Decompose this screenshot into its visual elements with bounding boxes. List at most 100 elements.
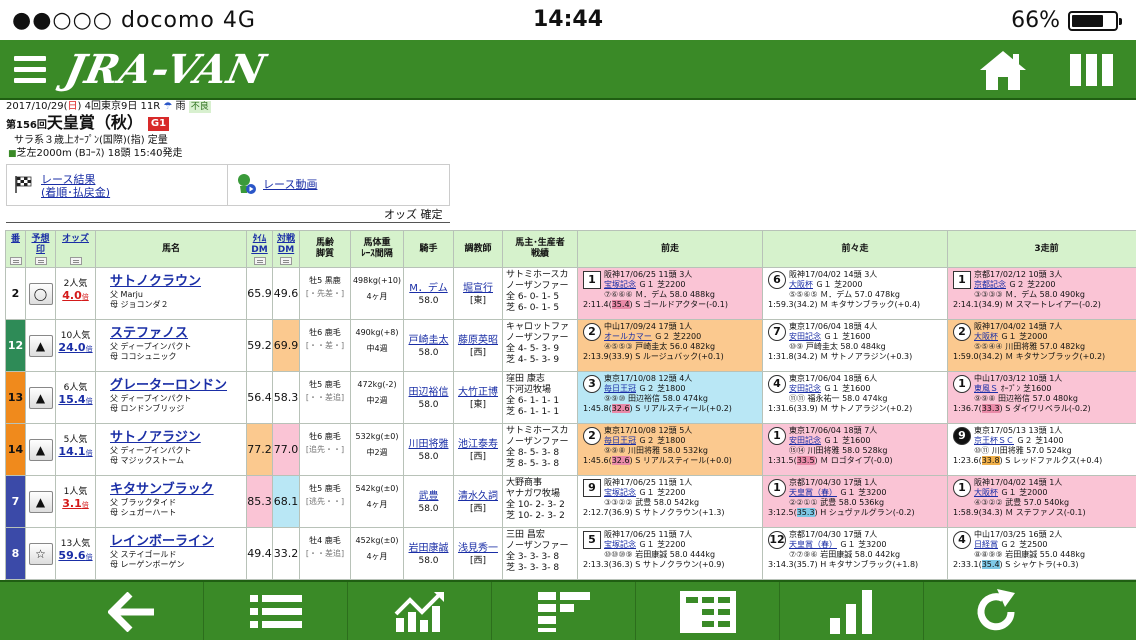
nav-back-button[interactable] [60,582,204,640]
table-row[interactable]: 2 ◯ 2人気 4.0倍 サトノクラウン父 Marju 母 ジョコンダ２ 65.9 49.6 牡… [5,267,1136,320]
odds-value[interactable]: 59.6倍 [58,549,92,562]
race-name-link[interactable]: 大阪杯 [974,488,998,497]
col-match-dm[interactable]: 対戦 DM [272,230,300,268]
race-video-link[interactable]: レース動画 [263,178,317,191]
past-race-cell[interactable]: 2 中山17/09/24 17頭 1人 オールカマー Ｇ２ 芝2200 ④⑤⑤③… [577,319,763,372]
nav-barchart-button[interactable] [780,582,924,640]
race-name-link[interactable]: 安田記念 [789,384,821,393]
past-race-cell[interactable]: 1 中山17/03/12 10頭 1人 東風Ｓ ｵｰﾌﾟﾝ 芝1600 ⑨⑨⑧ … [947,371,1136,424]
odds-value[interactable]: 14.1倍 [58,445,92,458]
prediction-mark-button[interactable]: ▲ [28,490,53,513]
race-name-link[interactable]: 大阪杯 [974,332,998,341]
race-grade-course: Ｇ１ 芝2200 [636,540,686,549]
past-race-cell[interactable]: 1 東京17/06/04 18頭 7人 安田記念 Ｇ１ 芝1600 ⑮⑭ 川田将… [762,423,948,476]
jockey-link[interactable]: M．デム [405,282,453,295]
past-race-cell[interactable]: 9 東京17/05/13 13頭 1人 京王杯ＳＣ Ｇ２ 芝1400 ⑩⑪ 川田… [947,423,1136,476]
trainer-link[interactable]: 浅見秀一 [455,542,502,555]
trainer-link[interactable]: 藤原英昭 [455,334,502,347]
past-race-cell[interactable]: 1 京都17/02/12 10頭 3人 京都記念 Ｇ２ 芝2200 ③③③③ Ｍ… [947,267,1136,320]
race-result-link[interactable]: レース結果 (着順･払戻金) [41,173,110,199]
table-header: 番 予想 印 オッズ 馬名 ﾀｲﾑ DM 対戦 DM 馬齢 脚質 馬体重 ﾚｰｽ… [5,230,1136,268]
past-race-cell[interactable]: 2 東京17/10/08 12頭 5人 毎日王冠 Ｇ２ 芝1800 ⑨⑨⑧ 川田… [577,423,763,476]
race-name-link[interactable]: 安田記念 [789,436,821,445]
sort-icon[interactable] [253,257,266,265]
jockey-link[interactable]: 田辺裕信 [405,386,453,399]
past-race-cell[interactable]: 1 京都17/04/30 17頭 1人 天皇賞（春） Ｇ１ 芝3200 ②②①①… [762,475,948,528]
sort-icon[interactable] [280,257,292,265]
sort-icon[interactable] [9,257,22,265]
col-mark[interactable]: 予想 印 [25,230,56,268]
table-row[interactable]: 12 ▲ 10人気 24.0倍 ステファノス父 ディープインパクト母 ココシュニック 59… [5,319,1136,372]
race-name-link[interactable]: 安田記念 [789,332,821,341]
past-race-cell[interactable]: 12 京都17/04/30 17頭 7人 天皇賞（春） Ｇ１ 芝3200 ⑦⑦⑨… [762,527,948,580]
jockey-link[interactable]: 岩田康誠 [405,542,453,555]
odds-value[interactable]: 3.1倍 [62,497,89,510]
trainer-link[interactable]: 池江泰寿 [455,438,502,451]
table-row[interactable]: 8 ☆ 13人気 59.6倍 レインボーライン父 ステイゴールド母 レーゲンボーゲン 49… [5,527,1136,580]
past-race-cell[interactable]: 3 東京17/10/08 12頭 4人 毎日王冠 Ｇ２ 芝1800 ⑨⑨⑩ 田辺… [577,371,763,424]
race-name-link[interactable]: 宝塚記念 [604,280,636,289]
home-icon[interactable] [978,48,1028,92]
trainer-link[interactable]: 大竹正博 [455,386,502,399]
trainer-link[interactable]: 堀宣行 [455,282,502,295]
horse-name-link[interactable]: レインボーライン [110,534,242,550]
columns-icon[interactable] [1070,54,1114,86]
race-name-link[interactable]: 毎日王冠 [604,436,636,445]
nav-refresh-button[interactable] [924,582,1068,640]
odds-value[interactable]: 24.0倍 [58,341,92,354]
past-race-cell[interactable]: 9 阪神17/06/25 11頭 1人 宝塚記念 Ｇ１ 芝2200 ③③②② 武… [577,475,763,528]
col-time-dm[interactable]: ﾀｲﾑ DM [246,230,273,268]
jockey-link[interactable]: 戸崎圭太 [405,334,453,347]
horse-name-link[interactable]: キタサンブラック [110,482,242,498]
past-race-cell[interactable]: 4 中山17/03/25 16頭 2人 日経賞 Ｇ２ 芝2500 ⑧⑧⑨⑨ 岩田… [947,527,1136,580]
horse-name-link[interactable]: グレーターロンドン [110,378,242,394]
prediction-mark-button[interactable]: ▲ [28,386,53,409]
prediction-mark-button[interactable]: ▲ [28,438,53,461]
jockey-link[interactable]: 川田将雅 [405,438,453,451]
nav-grid-button[interactable] [636,582,780,640]
nav-list-button[interactable] [204,582,348,640]
odds-value[interactable]: 4.0倍 [62,289,89,302]
race-name-link[interactable]: オールカマー [604,332,652,341]
past-race-cell[interactable]: 2 阪神17/04/02 14頭 7人 大阪杯 Ｇ１ 芝2000 ⑤⑤④④ 川田… [947,319,1136,372]
past-race-cell[interactable]: 4 東京17/06/04 18頭 6人 安田記念 Ｇ１ 芝1600 ⑪⑪ 福永祐… [762,371,948,424]
table-row[interactable]: 7 ▲ 1人気 3.1倍 キタサンブラック父 ブラックタイド母 シュガーハート 85.3 6… [5,475,1136,528]
nav-table-button[interactable] [492,582,636,640]
horse-name-link[interactable]: ステファノス [110,326,242,342]
table-row[interactable]: 14 ▲ 5人気 14.1倍 サトノアラジン父 ディープインパクト母 マジックストーム 7… [5,423,1136,476]
past-race-cell[interactable]: 7 東京17/06/04 18頭 4人 安田記念 Ｇ１ 芝1600 ⑩⑨ 戸崎圭… [762,319,948,372]
prediction-mark-button[interactable]: ◯ [28,282,53,305]
prediction-mark-button[interactable]: ▲ [28,334,53,357]
race-video-cell[interactable]: レース動画 [229,165,450,205]
hamburger-menu-icon[interactable] [14,56,46,84]
nav-trend-button[interactable] [348,582,492,640]
race-jockey-weight: 川田将雅 57.0 524kg [989,446,1072,455]
sort-icon[interactable] [34,257,47,265]
prediction-mark-button[interactable]: ☆ [28,542,53,565]
sire: 父 Marju [110,290,143,299]
past-race-cell[interactable]: 5 阪神17/06/25 11頭 7人 宝塚記念 Ｇ１ 芝2200 ⑩⑩⑩⑨ 岩… [577,527,763,580]
race-name-link[interactable]: 京王杯ＳＣ [974,436,1014,445]
past-race-cell[interactable]: 6 阪神17/04/02 14頭 3人 大阪杯 Ｇ１ 芝2000 ⑤⑤⑥⑤ Ｍ．… [762,267,948,320]
past-race-cell[interactable]: 1 阪神17/04/02 14頭 1人 大阪杯 Ｇ１ 芝2000 ④③②② 武豊… [947,475,1136,528]
odds-value[interactable]: 15.4倍 [58,393,92,406]
race-name-link[interactable]: 毎日王冠 [604,384,636,393]
race-name-link[interactable]: 東風Ｓ [974,384,998,393]
race-name-link[interactable]: 天皇賞（春） [789,540,837,549]
col-num[interactable]: 番 [5,230,26,268]
race-name-link[interactable]: 天皇賞（春） [789,488,837,497]
table-row[interactable]: 13 ▲ 6人気 15.4倍 グレーターロンドン父 ディープインパクト母 ロンドンブリッ… [5,371,1136,424]
sort-icon[interactable] [69,257,82,265]
jockey-link[interactable]: 武豊 [405,490,453,503]
race-name-link[interactable]: 京都記念 [974,280,1006,289]
horse-name-link[interactable]: サトノクラウン [110,274,242,290]
col-odds[interactable]: オッズ [55,230,96,268]
race-name-link[interactable]: 宝塚記念 [604,540,636,549]
race-name-link[interactable]: 大阪杯 [789,280,813,289]
race-name-link[interactable]: 日経賞 [974,540,998,549]
trainer-link[interactable]: 清水久詞 [455,490,502,503]
horse-name-link[interactable]: サトノアラジン [110,430,242,446]
past-race-cell[interactable]: 1 阪神17/06/25 11頭 3人 宝塚記念 Ｇ１ 芝2200 ⑦⑥⑥⑥ Ｍ… [577,267,763,320]
race-name-link[interactable]: 宝塚記念 [604,488,636,497]
race-result-cell[interactable]: レース結果 (着順･払戻金) [7,165,228,205]
